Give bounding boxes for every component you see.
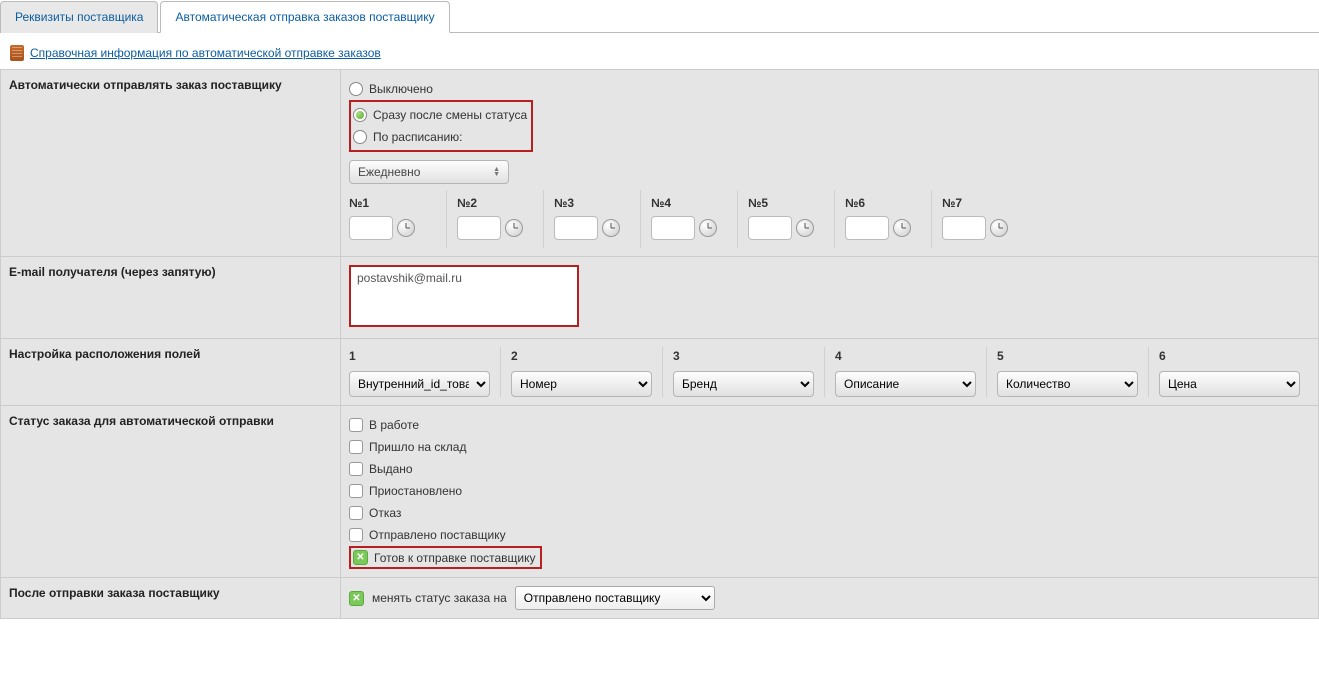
field-select-4[interactable]: Описание <box>835 371 976 397</box>
radio-scheduled-label: По расписанию: <box>373 130 463 144</box>
time-header-4: №4 <box>651 196 725 210</box>
checkbox-status-7-checked[interactable]: ✕ <box>353 550 368 565</box>
time-header-2: №2 <box>457 196 531 210</box>
field-hdr-3: 3 <box>673 349 814 363</box>
time-input-5[interactable] <box>748 216 792 240</box>
time-input-3[interactable] <box>554 216 598 240</box>
time-header-3: №3 <box>554 196 628 210</box>
checkbox-status-5[interactable] <box>349 506 363 520</box>
status-label-1: В работе <box>369 418 419 432</box>
tab-supplier-details[interactable]: Реквизиты поставщика <box>0 1 158 33</box>
schedule-times-row: №1 №2 №3 №4 №5 №6 №7 <box>349 190 1310 248</box>
clock-icon[interactable] <box>397 219 415 237</box>
checkbox-change-status[interactable]: ✕ <box>349 591 364 606</box>
checkbox-status-4[interactable] <box>349 484 363 498</box>
field-hdr-1: 1 <box>349 349 490 363</box>
field-hdr-6: 6 <box>1159 349 1300 363</box>
label-status: Статус заказа для автоматической отправк… <box>1 406 341 578</box>
status-label-4: Приостановлено <box>369 484 462 498</box>
email-input[interactable] <box>349 265 579 327</box>
radio-immediately[interactable] <box>353 108 367 122</box>
help-row: Справочная информация по автоматической … <box>0 37 1319 69</box>
clock-icon[interactable] <box>796 219 814 237</box>
time-header-7: №7 <box>942 196 1016 210</box>
radio-off-label: Выключено <box>369 82 433 96</box>
field-select-1[interactable]: Внутренний_id_товар <box>349 371 490 397</box>
field-hdr-4: 4 <box>835 349 976 363</box>
checkbox-status-1[interactable] <box>349 418 363 432</box>
label-after-send: После отправки заказа поставщику <box>1 578 341 619</box>
clock-icon[interactable] <box>990 219 1008 237</box>
checkbox-status-2[interactable] <box>349 440 363 454</box>
book-icon <box>10 45 24 61</box>
time-input-7[interactable] <box>942 216 986 240</box>
schedule-frequency-value: Ежедневно <box>358 165 420 179</box>
help-link[interactable]: Справочная информация по автоматической … <box>30 46 381 60</box>
time-header-6: №6 <box>845 196 919 210</box>
clock-icon[interactable] <box>505 219 523 237</box>
radio-immediately-label: Сразу после смены статуса <box>373 108 527 122</box>
tabs-bar: Реквизиты поставщика Автоматическая отпр… <box>0 0 1319 33</box>
status-label-7: Готов к отправке поставщику <box>374 551 536 565</box>
status-highlight-box: ✕ Готов к отправке поставщику <box>349 546 542 569</box>
time-header-1: №1 <box>349 196 434 210</box>
time-input-1[interactable] <box>349 216 393 240</box>
field-cols: 1 Внутренний_id_товар 2 Номер 3 Бренд 4 Опис… <box>349 347 1310 397</box>
status-label-2: Пришло на склад <box>369 440 466 454</box>
time-header-5: №5 <box>748 196 822 210</box>
checkbox-status-3[interactable] <box>349 462 363 476</box>
label-auto-send: Автоматически отправлять заказ поставщик… <box>1 70 341 257</box>
time-input-2[interactable] <box>457 216 501 240</box>
schedule-frequency-select[interactable]: Ежедневно ▲▼ <box>349 160 509 184</box>
field-hdr-5: 5 <box>997 349 1138 363</box>
radio-scheduled[interactable] <box>353 130 367 144</box>
status-label-3: Выдано <box>369 462 413 476</box>
clock-icon[interactable] <box>699 219 717 237</box>
field-select-3[interactable]: Бренд <box>673 371 814 397</box>
chevron-updown-icon: ▲▼ <box>493 167 500 177</box>
field-select-6[interactable]: Цена <box>1159 371 1300 397</box>
status-label-6: Отправлено поставщику <box>369 528 506 542</box>
label-email: E-mail получателя (через запятую) <box>1 257 341 339</box>
time-input-6[interactable] <box>845 216 889 240</box>
field-select-5[interactable]: Количество <box>997 371 1138 397</box>
radio-off[interactable] <box>349 82 363 96</box>
after-send-status-select[interactable]: Отправлено поставщику <box>515 586 715 610</box>
clock-icon[interactable] <box>602 219 620 237</box>
tab-auto-send[interactable]: Автоматическая отправка заказов поставщи… <box>160 1 449 33</box>
checkbox-status-6[interactable] <box>349 528 363 542</box>
label-fields: Настройка расположения полей <box>1 339 341 406</box>
clock-icon[interactable] <box>893 219 911 237</box>
field-select-2[interactable]: Номер <box>511 371 652 397</box>
status-label-5: Отказ <box>369 506 401 520</box>
auto-send-cell: Выключено Сразу после смены статуса По р… <box>341 70 1319 257</box>
field-hdr-2: 2 <box>511 349 652 363</box>
change-status-label: менять статус заказа на <box>372 591 507 605</box>
radio-highlight-box: Сразу после смены статуса По расписанию: <box>349 100 533 152</box>
time-input-4[interactable] <box>651 216 695 240</box>
settings-table: Автоматически отправлять заказ поставщик… <box>0 69 1319 619</box>
